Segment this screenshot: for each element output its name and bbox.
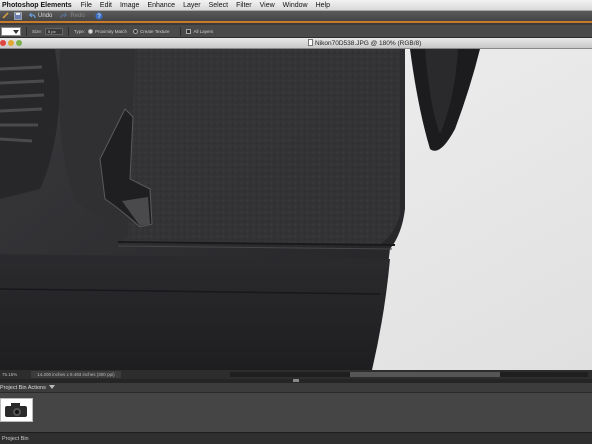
menu-file[interactable]: File [81, 2, 92, 9]
menu-view[interactable]: View [260, 2, 275, 9]
undo-button[interactable]: Undo [38, 13, 52, 19]
checkbox-icon [186, 28, 192, 34]
document-titlebar: Nikon70D538.JPG @ 180% (RGB/8) [0, 38, 592, 49]
document-title: Nikon70D538.JPG @ 180% (RGB/8) [308, 39, 421, 47]
app-menu[interactable]: Photoshop Elements [2, 2, 72, 9]
create-texture-option[interactable]: Create Texture [133, 28, 170, 34]
radio-icon [88, 28, 94, 34]
document-icon [308, 39, 313, 46]
undo-icon[interactable] [28, 12, 36, 20]
horizontal-scrollbar[interactable] [230, 372, 588, 377]
divider [180, 26, 182, 36]
menu-enhance[interactable]: Enhance [147, 2, 175, 9]
help-icon[interactable]: ? [95, 12, 103, 20]
menu-edit[interactable]: Edit [100, 2, 112, 9]
project-bin-header: Project Bin Actions [0, 383, 592, 393]
chevron-down-icon [13, 29, 19, 34]
zoom-readout[interactable]: 75.15% [2, 372, 17, 377]
close-window-button[interactable] [0, 40, 6, 46]
project-bin-actions-menu[interactable]: Project Bin Actions [0, 385, 46, 391]
splitter-handle[interactable] [293, 379, 299, 382]
divider [26, 26, 27, 36]
zoom-window-button[interactable] [16, 40, 22, 46]
image-canvas[interactable] [0, 49, 592, 370]
proximity-match-label: Proximity Match [95, 28, 128, 34]
project-bin-footer: Project Bin [0, 432, 592, 444]
menu-filter[interactable]: Filter [236, 2, 252, 9]
window-controls [0, 40, 24, 46]
minimize-window-button[interactable] [8, 40, 14, 46]
size-field[interactable]: 5 px [45, 27, 64, 35]
menu-window[interactable]: Window [283, 2, 308, 9]
radio-icon [133, 28, 139, 34]
tool-options-bar: Size: 5 px Type: Proximity Match Create … [0, 25, 592, 38]
menu-layer[interactable]: Layer [183, 2, 201, 9]
brush-preset-picker[interactable] [1, 26, 21, 36]
menu-select[interactable]: Select [209, 2, 228, 9]
menu-image[interactable]: Image [120, 2, 139, 9]
project-bin [0, 393, 592, 432]
project-bin-tab[interactable]: Project Bin [2, 436, 29, 442]
document-info[interactable]: 14.200 inches x 9.493 inches (300 ppi) [31, 371, 121, 378]
open-icon[interactable] [2, 12, 10, 20]
chevron-down-icon[interactable] [48, 385, 55, 390]
redo-button[interactable]: Redo [70, 13, 84, 19]
all-layers-label: All Layers [193, 28, 214, 34]
all-layers-option[interactable]: All Layers [186, 28, 214, 34]
divider [68, 26, 70, 36]
status-bar: 75.15% 14.200 inches x 9.493 inches (300… [0, 370, 592, 379]
proximity-match-option[interactable]: Proximity Match [88, 28, 128, 34]
create-texture-label: Create Texture [140, 28, 170, 34]
camera-icon [5, 403, 27, 417]
size-label: Size: [32, 28, 43, 34]
redo-icon[interactable] [60, 12, 68, 20]
camera-photo [0, 49, 592, 370]
photo-thumbnail[interactable] [0, 398, 33, 422]
type-label: Type: [74, 28, 86, 34]
document-title-text: Nikon70D538.JPG @ 180% (RGB/8) [315, 40, 422, 47]
scrollbar-thumb[interactable] [350, 372, 500, 377]
save-icon[interactable] [14, 12, 22, 20]
app-toolbar: Undo Redo ? [0, 11, 592, 23]
menu-help[interactable]: Help [316, 2, 330, 9]
menu-bar: Photoshop Elements File Edit Image Enhan… [0, 0, 592, 11]
